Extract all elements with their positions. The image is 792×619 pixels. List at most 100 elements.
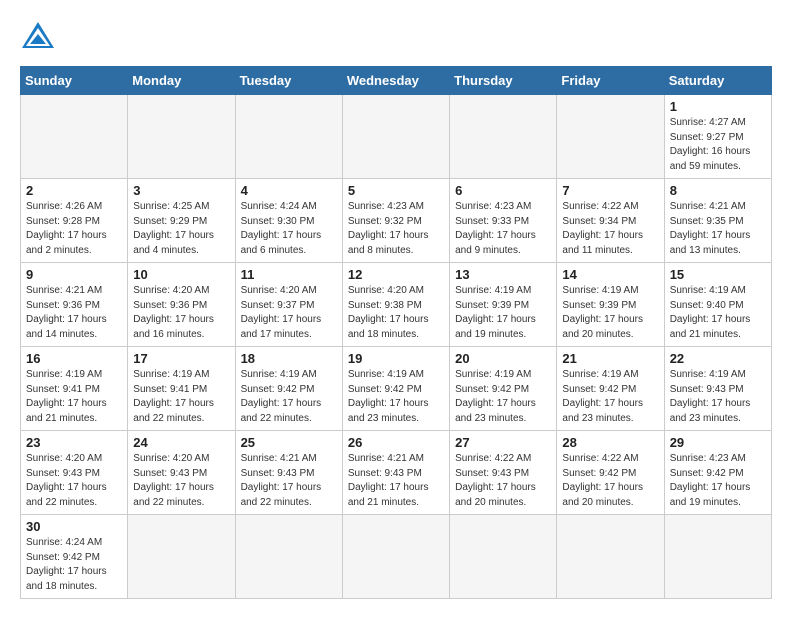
day-number: 21: [562, 351, 658, 366]
calendar-cell: 21 Sunrise: 4:19 AMSunset: 9:42 PMDayligh…: [557, 347, 664, 431]
day-number: 11: [241, 267, 337, 282]
day-info: Sunrise: 4:19 AMSunset: 9:42 PMDaylight:…: [241, 368, 337, 426]
calendar-cell: 4 Sunrise: 4:24 AMSunset: 9:30 PMDaylight…: [235, 179, 342, 263]
day-info: Sunrise: 4:20 AMSunset: 9:37 PMDaylight:…: [241, 284, 337, 342]
day-info: Sunrise: 4:23 AMSunset: 9:33 PMDaylight:…: [455, 200, 551, 258]
day-number: 9: [26, 267, 122, 282]
calendar-cell: 11 Sunrise: 4:20 AMSunset: 9:37 PMDayligh…: [235, 263, 342, 347]
header-thursday: Thursday: [450, 67, 557, 95]
day-number: 3: [133, 183, 229, 198]
day-number: 18: [241, 351, 337, 366]
day-info: Sunrise: 4:20 AMSunset: 9:43 PMDaylight:…: [26, 452, 122, 510]
day-number: 30: [26, 519, 122, 534]
day-number: 1: [670, 99, 766, 114]
calendar-cell: 28 Sunrise: 4:22 AMSunset: 9:42 PMDayligh…: [557, 431, 664, 515]
calendar-cell: 27 Sunrise: 4:22 AMSunset: 9:43 PMDayligh…: [450, 431, 557, 515]
calendar-cell: 8 Sunrise: 4:21 AMSunset: 9:35 PMDaylight…: [664, 179, 771, 263]
calendar-week-3: 9 Sunrise: 4:21 AMSunset: 9:36 PMDaylight…: [21, 263, 772, 347]
calendar-cell: 7 Sunrise: 4:22 AMSunset: 9:34 PMDaylight…: [557, 179, 664, 263]
day-info: Sunrise: 4:19 AMSunset: 9:41 PMDaylight:…: [133, 368, 229, 426]
calendar-week-6: 30 Sunrise: 4:24 AMSunset: 9:42 PMDayligh…: [21, 515, 772, 599]
calendar-cell: [128, 95, 235, 179]
day-number: 7: [562, 183, 658, 198]
day-number: 20: [455, 351, 551, 366]
calendar-week-4: 16 Sunrise: 4:19 AMSunset: 9:41 PMDayligh…: [21, 347, 772, 431]
day-number: 23: [26, 435, 122, 450]
calendar-cell: 10 Sunrise: 4:20 AMSunset: 9:36 PMDayligh…: [128, 263, 235, 347]
day-info: Sunrise: 4:19 AMSunset: 9:39 PMDaylight:…: [562, 284, 658, 342]
day-number: 24: [133, 435, 229, 450]
calendar-week-1: 1Sunrise: 4:27 AMSunset: 9:27 PMDaylight…: [21, 95, 772, 179]
header-wednesday: Wednesday: [342, 67, 449, 95]
day-number: 26: [348, 435, 444, 450]
calendar-cell: 15Sunrise: 4:19 AMSunset: 9:40 PMDayligh…: [664, 263, 771, 347]
calendar-header-row: SundayMondayTuesdayWednesdayThursdayFrid…: [21, 67, 772, 95]
day-number: 27: [455, 435, 551, 450]
header-tuesday: Tuesday: [235, 67, 342, 95]
day-info: Sunrise: 4:24 AMSunset: 9:42 PMDaylight:…: [26, 536, 122, 594]
day-info: Sunrise: 4:23 AMSunset: 9:32 PMDaylight:…: [348, 200, 444, 258]
day-info: Sunrise: 4:24 AMSunset: 9:30 PMDaylight:…: [241, 200, 337, 258]
logo: [20, 20, 62, 50]
header-sunday: Sunday: [21, 67, 128, 95]
calendar-cell: 20 Sunrise: 4:19 AMSunset: 9:42 PMDayligh…: [450, 347, 557, 431]
calendar-cell: 18 Sunrise: 4:19 AMSunset: 9:42 PMDayligh…: [235, 347, 342, 431]
calendar-cell: 30 Sunrise: 4:24 AMSunset: 9:42 PMDayligh…: [21, 515, 128, 599]
day-number: 25: [241, 435, 337, 450]
logo-icon: [20, 20, 56, 50]
calendar-cell: [557, 515, 664, 599]
calendar-week-5: 23 Sunrise: 4:20 AMSunset: 9:43 PMDayligh…: [21, 431, 772, 515]
day-info: Sunrise: 4:26 AMSunset: 9:28 PMDaylight:…: [26, 200, 122, 258]
day-info: Sunrise: 4:19 AMSunset: 9:42 PMDaylight:…: [562, 368, 658, 426]
calendar-cell: 9 Sunrise: 4:21 AMSunset: 9:36 PMDaylight…: [21, 263, 128, 347]
day-info: Sunrise: 4:22 AMSunset: 9:34 PMDaylight:…: [562, 200, 658, 258]
day-info: Sunrise: 4:19 AMSunset: 9:42 PMDaylight:…: [348, 368, 444, 426]
day-info: Sunrise: 4:20 AMSunset: 9:36 PMDaylight:…: [133, 284, 229, 342]
calendar-cell: 5Sunrise: 4:23 AMSunset: 9:32 PMDaylight…: [342, 179, 449, 263]
calendar-cell: 14 Sunrise: 4:19 AMSunset: 9:39 PMDayligh…: [557, 263, 664, 347]
day-info: Sunrise: 4:20 AMSunset: 9:43 PMDaylight:…: [133, 452, 229, 510]
day-number: 22: [670, 351, 766, 366]
calendar-cell: 6 Sunrise: 4:23 AMSunset: 9:33 PMDaylight…: [450, 179, 557, 263]
calendar-cell: [557, 95, 664, 179]
calendar-cell: 24 Sunrise: 4:20 AMSunset: 9:43 PMDayligh…: [128, 431, 235, 515]
calendar-cell: [235, 515, 342, 599]
day-info: Sunrise: 4:21 AMSunset: 9:43 PMDaylight:…: [241, 452, 337, 510]
day-number: 6: [455, 183, 551, 198]
day-number: 12: [348, 267, 444, 282]
calendar-cell: [128, 515, 235, 599]
calendar-cell: 29Sunrise: 4:23 AMSunset: 9:42 PMDayligh…: [664, 431, 771, 515]
day-info: Sunrise: 4:21 AMSunset: 9:35 PMDaylight:…: [670, 200, 766, 258]
calendar-cell: [664, 515, 771, 599]
day-number: 29: [670, 435, 766, 450]
calendar-cell: 2 Sunrise: 4:26 AMSunset: 9:28 PMDaylight…: [21, 179, 128, 263]
calendar-cell: [450, 95, 557, 179]
calendar-week-2: 2 Sunrise: 4:26 AMSunset: 9:28 PMDaylight…: [21, 179, 772, 263]
calendar-cell: 22 Sunrise: 4:19 AMSunset: 9:43 PMDayligh…: [664, 347, 771, 431]
day-number: 28: [562, 435, 658, 450]
day-number: 2: [26, 183, 122, 198]
day-info: Sunrise: 4:21 AMSunset: 9:36 PMDaylight:…: [26, 284, 122, 342]
day-number: 4: [241, 183, 337, 198]
calendar-cell: 1Sunrise: 4:27 AMSunset: 9:27 PMDaylight…: [664, 95, 771, 179]
calendar-cell: 12Sunrise: 4:20 AMSunset: 9:38 PMDayligh…: [342, 263, 449, 347]
day-info: Sunrise: 4:22 AMSunset: 9:43 PMDaylight:…: [455, 452, 551, 510]
calendar-cell: 16Sunrise: 4:19 AMSunset: 9:41 PMDayligh…: [21, 347, 128, 431]
header-saturday: Saturday: [664, 67, 771, 95]
day-number: 14: [562, 267, 658, 282]
day-info: Sunrise: 4:19 AMSunset: 9:40 PMDaylight:…: [670, 284, 766, 342]
day-info: Sunrise: 4:25 AMSunset: 9:29 PMDaylight:…: [133, 200, 229, 258]
day-info: Sunrise: 4:19 AMSunset: 9:42 PMDaylight:…: [455, 368, 551, 426]
calendar-cell: [21, 95, 128, 179]
day-number: 16: [26, 351, 122, 366]
calendar-cell: 3 Sunrise: 4:25 AMSunset: 9:29 PMDaylight…: [128, 179, 235, 263]
day-info: Sunrise: 4:22 AMSunset: 9:42 PMDaylight:…: [562, 452, 658, 510]
page-header: [20, 20, 772, 50]
day-number: 10: [133, 267, 229, 282]
day-number: 13: [455, 267, 551, 282]
calendar-cell: [235, 95, 342, 179]
day-info: Sunrise: 4:19 AMSunset: 9:39 PMDaylight:…: [455, 284, 551, 342]
day-number: 8: [670, 183, 766, 198]
day-info: Sunrise: 4:19 AMSunset: 9:43 PMDaylight:…: [670, 368, 766, 426]
calendar-cell: 25 Sunrise: 4:21 AMSunset: 9:43 PMDayligh…: [235, 431, 342, 515]
